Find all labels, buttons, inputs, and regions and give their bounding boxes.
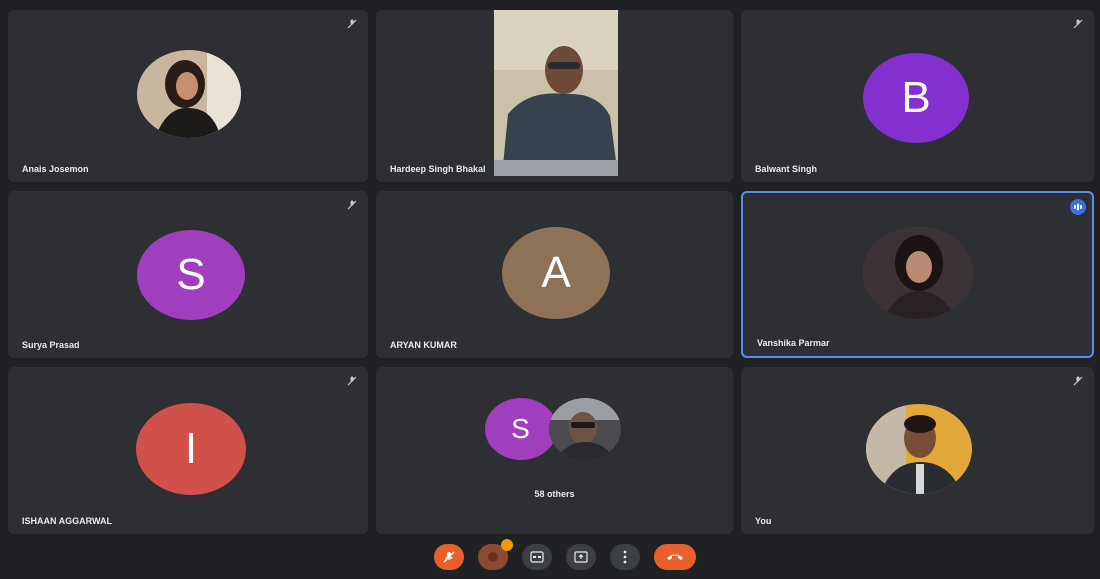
- participant-name: ISHAAN AGGARWAL: [22, 516, 112, 526]
- participant-avatar: I: [136, 403, 246, 495]
- avatar-letter: I: [184, 424, 198, 473]
- more-options-button[interactable]: [610, 543, 640, 570]
- participant-avatar-photo: [137, 50, 241, 138]
- participant-avatar: S: [484, 398, 557, 461]
- participant-name: You: [755, 516, 772, 526]
- participant-avatar-photo: [866, 404, 972, 494]
- participant-name: ARYAN KUMAR: [390, 340, 457, 350]
- more-options-icon: [623, 550, 627, 563]
- participant-video: [494, 10, 618, 176]
- call-controls-toolbar: [0, 534, 1100, 579]
- mic-muted-icon: [347, 376, 357, 386]
- mic-off-icon: [443, 551, 455, 562]
- participant-tile[interactable]: Anais Josemon: [8, 10, 368, 182]
- participant-name: Balwant Singh: [755, 164, 818, 174]
- microphone-toggle-button[interactable]: [434, 543, 464, 570]
- self-tile[interactable]: You: [741, 367, 1094, 534]
- participant-tile[interactable]: Hardeep Singh Bhakal: [376, 10, 733, 182]
- participant-tile[interactable]: I ISHAAN AGGARWAL: [8, 367, 368, 534]
- participant-grid: Anais Josemon Hardeep Singh Bhakal B Bal…: [8, 10, 1094, 534]
- end-call-button[interactable]: [654, 543, 696, 570]
- notification-badge: [501, 538, 513, 551]
- avatar-letter: S: [176, 250, 206, 299]
- captions-icon: [530, 550, 544, 563]
- mic-muted-icon: [347, 200, 357, 210]
- participant-avatar-photo: [863, 227, 973, 319]
- participant-name: Anais Josemon: [22, 164, 89, 174]
- others-tile[interactable]: S 58 others: [376, 367, 733, 534]
- participant-avatar: S: [137, 230, 245, 320]
- camera-toggle-button[interactable]: [478, 538, 513, 570]
- captions-button[interactable]: [522, 543, 552, 570]
- present-screen-button[interactable]: [566, 543, 596, 570]
- avatar-letter: A: [541, 248, 571, 297]
- participant-avatar: B: [863, 53, 969, 143]
- avatar-letter: S: [511, 413, 530, 445]
- speaking-indicator-icon: [1070, 199, 1086, 215]
- mic-muted-icon: [1073, 376, 1083, 386]
- participant-name: Surya Prasad: [22, 340, 80, 350]
- others-avatars: S: [484, 398, 625, 462]
- participant-name: Hardeep Singh Bhakal: [390, 164, 486, 174]
- camera-off-icon: [488, 551, 498, 562]
- mic-muted-icon: [1073, 19, 1083, 29]
- participant-avatar: A: [502, 227, 610, 319]
- participant-tile-active-speaker[interactable]: Vanshika Parmar: [741, 191, 1094, 358]
- present-screen-icon: [574, 550, 588, 563]
- participant-name: Vanshika Parmar: [757, 338, 830, 348]
- participant-tile[interactable]: S Surya Prasad: [8, 191, 368, 358]
- mic-muted-icon: [347, 19, 357, 29]
- participant-avatar-photo: [548, 398, 621, 461]
- participant-tile[interactable]: A ARYAN KUMAR: [376, 191, 733, 358]
- end-call-icon: [667, 554, 683, 560]
- others-count-label: 58 others: [534, 489, 575, 499]
- avatar-letter: B: [901, 73, 931, 122]
- participant-tile[interactable]: B Balwant Singh: [741, 10, 1094, 182]
